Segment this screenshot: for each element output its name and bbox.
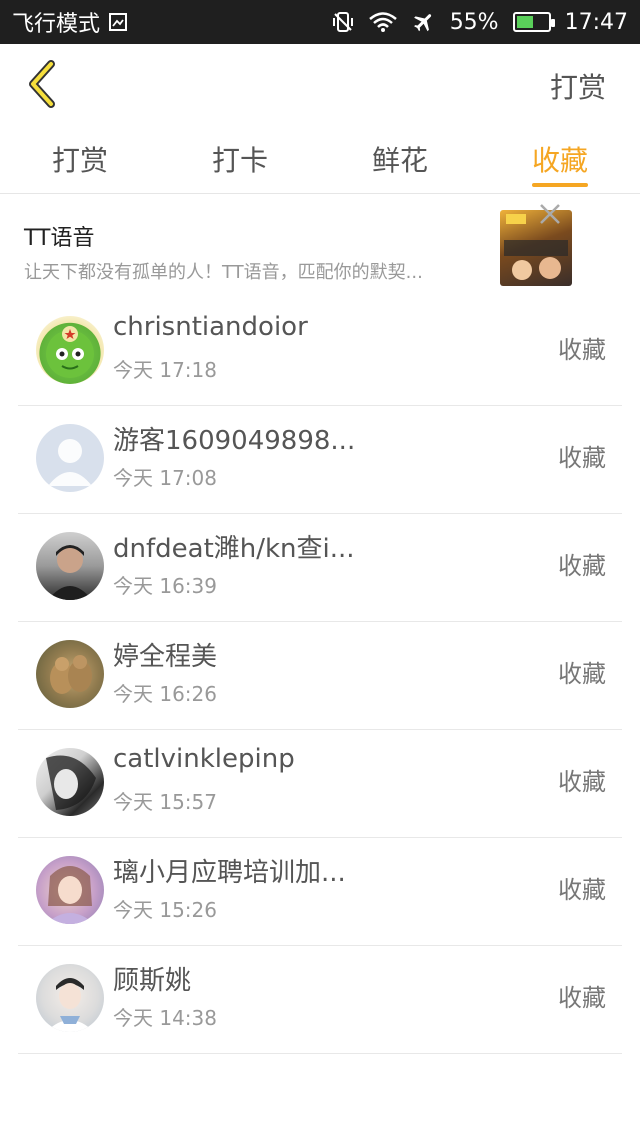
ad-title: TT语音: [24, 226, 95, 251]
avatar[interactable]: [36, 532, 104, 600]
favorite-action: 收藏: [558, 552, 606, 580]
list-item[interactable]: 婷全程美 今天 16:26 收藏: [18, 622, 622, 730]
user-name: 游客1609049898...: [113, 426, 356, 456]
timestamp: 今天 15:57: [113, 790, 217, 814]
header: 打赏: [0, 44, 640, 124]
ad-description: 让天下都没有孤单的人！TT语音，匹配你的默契...: [24, 262, 423, 283]
list-item[interactable]: chrisntiandoior 今天 17:18 收藏: [18, 298, 622, 406]
status-right: 55% 17:47: [332, 10, 628, 35]
avatar[interactable]: [36, 424, 104, 492]
battery-icon: [512, 12, 555, 32]
tab-label: 打赏: [51, 143, 108, 177]
wifi-icon: [368, 11, 398, 33]
battery-percent: 55%: [449, 9, 499, 35]
active-tab-indicator: [532, 183, 588, 187]
close-icon[interactable]: [536, 200, 564, 228]
timestamp: 今天 14:38: [113, 1006, 217, 1030]
list-item[interactable]: catlvinklepinp 今天 15:57 收藏: [18, 730, 622, 838]
back-chevron-icon: [29, 60, 55, 108]
favorite-action: 收藏: [558, 768, 606, 796]
avatar[interactable]: [36, 748, 104, 816]
status-bar: 飞行模式 55% 17:47: [0, 0, 640, 44]
avatar[interactable]: [36, 640, 104, 708]
timestamp: 今天 17:18: [113, 358, 217, 382]
tab-flowers[interactable]: 鲜花: [320, 124, 480, 193]
user-name: 顾斯姚: [113, 966, 192, 996]
list-item[interactable]: dnfdeat濉h/kn查i... 今天 16:39 收藏: [18, 514, 622, 622]
screenshot-icon: [108, 12, 128, 32]
timestamp: 今天 17:08: [113, 466, 217, 490]
user-name: 璃小月应聘培训加...: [113, 858, 346, 888]
timestamp: 今天 16:39: [113, 574, 217, 598]
list-item[interactable]: 顾斯姚 今天 14:38 收藏: [18, 946, 622, 1054]
avatar[interactable]: [36, 856, 104, 924]
tab-favorites[interactable]: 收藏: [480, 124, 640, 193]
status-left: 飞行模式: [12, 6, 128, 38]
favorites-list: chrisntiandoior 今天 17:18 收藏 游客1609049898…: [18, 298, 622, 1054]
clock: 17:47: [564, 9, 628, 35]
tab-checkin[interactable]: 打卡: [160, 124, 320, 193]
avatar[interactable]: [36, 316, 104, 384]
avatar[interactable]: [36, 964, 104, 1032]
tab-reward[interactable]: 打赏: [0, 124, 160, 193]
tab-label: 收藏: [531, 143, 588, 177]
timestamp: 今天 16:26: [113, 682, 217, 706]
user-name: chrisntiandoior: [113, 312, 308, 342]
airplane-mode-label: 飞行模式: [12, 12, 101, 37]
tab-bar: 打赏 打卡 鲜花 收藏: [0, 124, 640, 194]
battery-level: [516, 16, 534, 28]
timestamp: 今天 15:26: [113, 898, 217, 922]
tab-label: 鲜花: [371, 143, 428, 177]
user-name: 婷全程美: [113, 642, 218, 672]
favorite-action: 收藏: [558, 660, 606, 688]
vibrate-icon: [332, 10, 354, 34]
page-title: 打赏: [549, 71, 606, 104]
favorite-action: 收藏: [558, 876, 606, 904]
favorite-action: 收藏: [558, 984, 606, 1012]
list-item[interactable]: 游客1609049898... 今天 17:08 收藏: [18, 406, 622, 514]
user-name: dnfdeat濉h/kn查i...: [113, 534, 355, 564]
list-item[interactable]: 璃小月应聘培训加... 今天 15:26 收藏: [18, 838, 622, 946]
ad-banner[interactable]: TT语音 让天下都没有孤单的人！TT语音，匹配你的默契...: [0, 196, 640, 296]
user-name: catlvinklepinp: [113, 744, 295, 774]
favorite-action: 收藏: [558, 444, 606, 472]
favorite-action: 收藏: [558, 336, 606, 364]
back-button[interactable]: [22, 60, 62, 108]
tab-label: 打卡: [211, 143, 268, 177]
airplane-icon: [412, 10, 436, 34]
